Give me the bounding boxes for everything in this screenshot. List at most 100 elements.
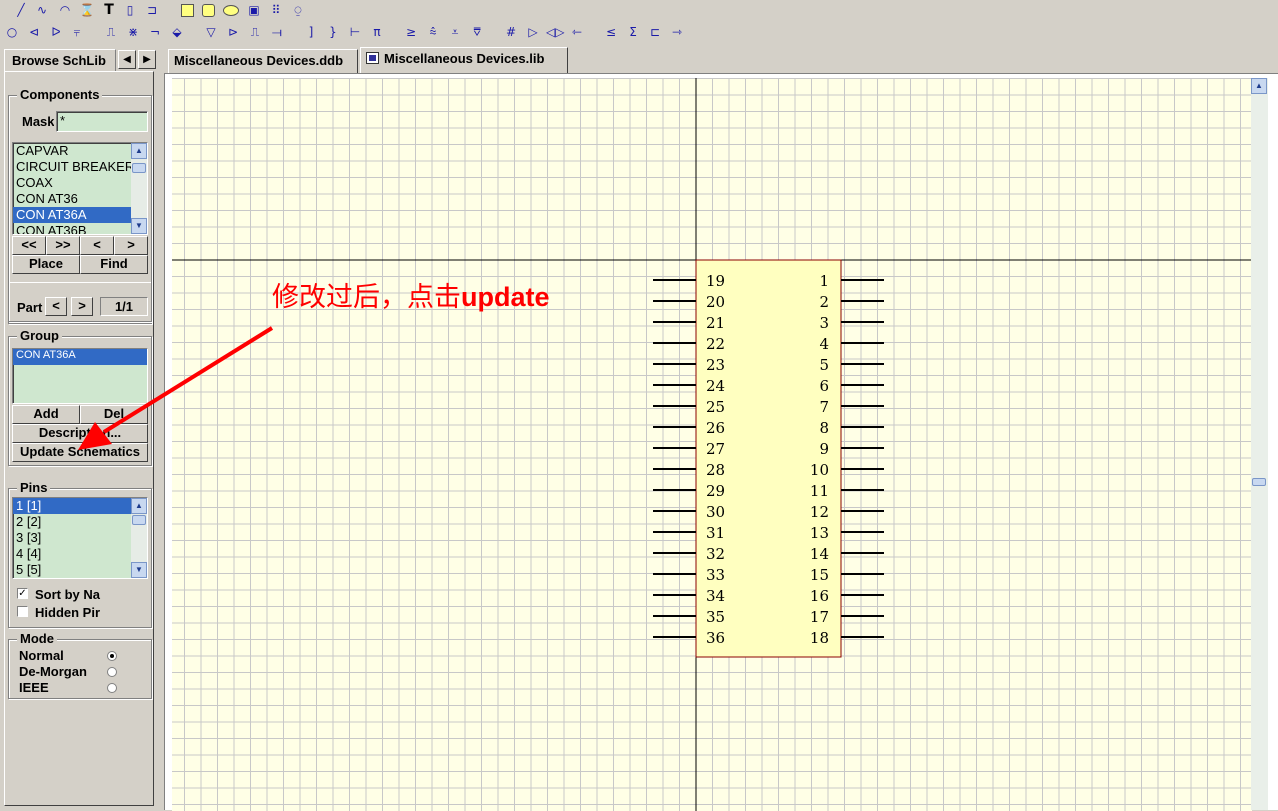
schmitt-icon[interactable]: ⊏ (646, 22, 664, 42)
component-list-item[interactable]: CIRCUIT BREAKER (13, 159, 131, 175)
sort-by-name-checkbox[interactable]: ✓ (17, 588, 28, 599)
scroll-down-icon[interactable]: ▼ (131, 218, 147, 234)
update-schematics-button[interactable]: Update Schematics (12, 443, 148, 462)
active-low-output-icon[interactable]: ⊢ (346, 22, 364, 42)
mask-input[interactable]: * (56, 111, 148, 132)
schematic-editor-canvas[interactable]: 19 20 21 22 23 24 25 26 27 28 29 30 31 32 33 34 35 36 1 2 3 4… (164, 73, 1278, 811)
group-list-item[interactable]: CON AT36A (13, 349, 147, 365)
not-logic-icon[interactable]: ⋇ (124, 22, 142, 42)
tab-miscellaneous-devices-lib[interactable]: Miscellaneous Devices.lib (360, 47, 568, 73)
active-low-input-icon[interactable]: ⫧ (68, 22, 86, 42)
scroll-up-icon[interactable]: ▲ (131, 143, 147, 159)
browse-schlib-tab[interactable]: Browse SchLib (4, 49, 116, 71)
schematic-grid[interactable]: 1920212223242526272829303132333435361234… (172, 78, 1252, 811)
component-list-item[interactable]: CON AT36B (13, 223, 131, 234)
analog-signal-icon[interactable]: ⎍ (102, 22, 120, 42)
pin-tool-icon[interactable]: ⊐ (143, 0, 161, 20)
scroll-thumb[interactable] (1252, 478, 1266, 486)
mode-option-label: Normal (19, 648, 64, 663)
shift-right-icon[interactable]: ⇾ (668, 22, 686, 42)
arc-tool-icon[interactable]: ◠ (56, 0, 74, 20)
scroll-thumb[interactable] (132, 515, 146, 525)
component-list-item[interactable]: COAX (13, 175, 131, 191)
scroll-thumb[interactable] (132, 163, 146, 173)
less-equal-icon[interactable]: ≤ (602, 22, 620, 42)
mode-radio-de-morgan[interactable] (107, 667, 117, 677)
scroll-up-icon[interactable]: ▲ (131, 498, 147, 514)
open-collector-pullup-icon[interactable]: ⩯ (424, 22, 442, 42)
component-list-item[interactable]: CON AT36 (13, 191, 131, 207)
ieee-tool-icon[interactable]: ⍜ (289, 0, 307, 20)
open-collector-icon[interactable]: ⬙ (168, 22, 186, 42)
left-arrow-symbol-icon[interactable]: ⊲ (25, 22, 43, 42)
sigma-icon[interactable]: Σ (624, 22, 642, 42)
canvas-vertical-scrollbar[interactable]: ▲ (1251, 78, 1268, 810)
digital-signal-icon[interactable]: # (502, 22, 520, 42)
part-next-button[interactable]: > (71, 297, 93, 316)
mode-radio-normal[interactable] (107, 651, 117, 661)
find-button[interactable]: Find (80, 255, 148, 274)
polygon-tool-icon[interactable]: ⌛ (78, 0, 96, 20)
open-emitter-pullup-icon[interactable]: ⩢ (468, 22, 486, 42)
pi-symbol-icon[interactable]: π (368, 22, 386, 42)
pulse-icon[interactable]: ⎍ (246, 22, 264, 42)
pin-number-label: 17 (810, 608, 829, 626)
pin-number-label: 36 (706, 629, 725, 647)
group-group-title: Group (17, 328, 62, 344)
input-output-icon[interactable]: ◁▷ (546, 22, 564, 42)
scroll-down-icon[interactable]: ▼ (131, 562, 147, 578)
graphic-tool-icon[interactable]: ▣ (245, 0, 263, 20)
scroll-up-icon[interactable]: ▲ (1251, 78, 1267, 94)
group-line-icon[interactable]: ] (302, 22, 320, 42)
pin-number-label: 8 (819, 419, 829, 437)
panel-tab-next-button[interactable]: ▶ (138, 50, 156, 69)
pins-list-scrollbar[interactable]: ▲ ▼ (131, 498, 147, 578)
clock-symbol-icon[interactable]: ᐅ (47, 22, 65, 42)
text-tool-icon[interactable]: T (100, 0, 118, 20)
pin-list-item[interactable]: 5 [5] (13, 562, 131, 578)
pin-number-label: 20 (706, 293, 725, 311)
pin-list-item[interactable]: 3 [3] (13, 530, 131, 546)
pins-list[interactable]: 1 [1] 2 [2] 3 [3] 4 [4] 5 [5] ▲ ▼ (12, 497, 148, 579)
pin-number-label: 34 (706, 587, 725, 605)
components-list[interactable]: CAPVAR CIRCUIT BREAKER COAX CON AT36 CON AT3… (12, 142, 148, 235)
bezier-tool-icon[interactable]: ∿ (33, 0, 51, 20)
group-del-button[interactable]: Del (80, 405, 148, 424)
components-list-scrollbar[interactable]: ▲ ▼ (131, 143, 147, 234)
high-current-icon[interactable]: ⊳ (224, 22, 242, 42)
pin-number-label: 13 (810, 524, 829, 542)
pin-list-item[interactable]: 4 [4] (13, 546, 131, 562)
first-component-button[interactable]: << (12, 236, 46, 255)
rounded-rectangle-tool-icon[interactable] (199, 0, 217, 20)
tab-miscellaneous-devices-ddb[interactable]: Miscellaneous Devices.ddb (168, 49, 358, 73)
postponed-output-icon[interactable]: ¬ (146, 22, 164, 42)
shift-left-icon[interactable]: ⇽ (568, 22, 586, 42)
group-binary-icon[interactable]: } (324, 22, 342, 42)
last-component-button[interactable]: >> (46, 236, 80, 255)
dot-symbol-icon[interactable]: ○ (3, 22, 21, 42)
hidden-pins-checkbox[interactable] (17, 606, 28, 617)
component-list-item[interactable]: CAPVAR (13, 143, 131, 159)
line-tool-icon[interactable]: ╱ (12, 0, 30, 20)
open-emitter-icon[interactable]: ⩡ (446, 22, 464, 42)
panel-tab-prev-button[interactable]: ◀ (118, 50, 136, 69)
pin-list-item[interactable]: 1 [1] (13, 498, 131, 514)
greater-equal-icon[interactable]: ≥ (402, 22, 420, 42)
place-button[interactable]: Place (12, 255, 80, 274)
array-tool-icon[interactable]: ⠿ (267, 0, 285, 20)
invertor-icon[interactable]: ▷ (524, 22, 542, 42)
next-component-button[interactable]: > (114, 236, 148, 255)
mode-radio-ieee[interactable] (107, 683, 117, 693)
part-prev-button[interactable]: < (45, 297, 67, 316)
delay-icon[interactable]: ⟞ (268, 22, 286, 42)
rectangle-tool-icon[interactable] (178, 0, 196, 20)
prev-component-button[interactable]: < (80, 236, 114, 255)
hiz-icon[interactable]: ▽ (202, 22, 220, 42)
component-tool-icon[interactable]: ▯ (121, 0, 139, 20)
ellipse-tool-icon[interactable] (221, 0, 239, 20)
component-list-item[interactable]: CON AT36A (13, 207, 131, 223)
group-add-button[interactable]: Add (12, 405, 80, 424)
pin-list-item[interactable]: 2 [2] (13, 514, 131, 530)
group-list[interactable]: CON AT36A (12, 348, 148, 404)
description-button[interactable]: Description... (12, 424, 148, 443)
